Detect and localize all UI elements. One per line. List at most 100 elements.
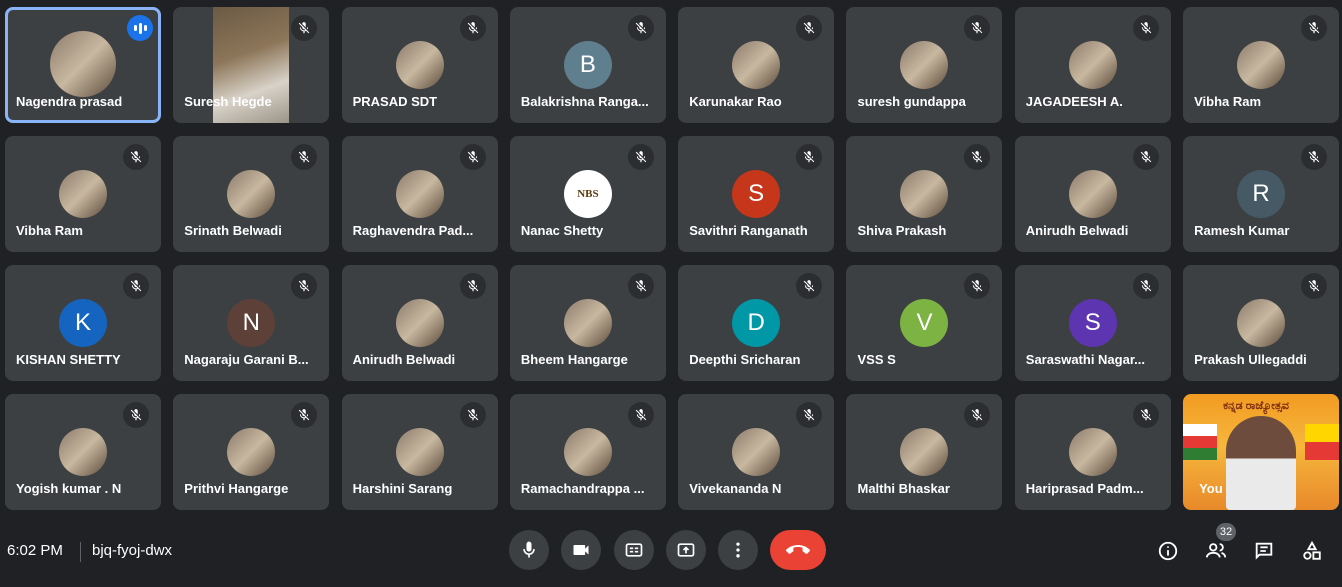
participant-count-badge: 32 [1216, 523, 1236, 541]
mic-off-icon [123, 144, 149, 170]
participant-name: Harshini Sarang [352, 481, 453, 496]
mic-off-icon [964, 273, 991, 299]
avatar-initial: D [732, 299, 781, 347]
participant-tile[interactable]: Suresh Hegde [173, 7, 330, 123]
more-vert-icon [736, 542, 740, 558]
meeting-details-button[interactable] [1155, 538, 1181, 564]
avatar-photo [1068, 170, 1117, 218]
participant-tile[interactable]: Yogish kumar . N [5, 394, 161, 510]
participant-tile[interactable]: PRASAD SDT [341, 7, 498, 123]
participant-name: Balakrishna Ranga... [520, 94, 649, 109]
activities-button[interactable] [1299, 538, 1325, 564]
participant-tile[interactable]: Hariprasad Padm... [1014, 394, 1171, 510]
participant-tile[interactable]: S Savithri Ranganath [678, 136, 835, 252]
mic-off-icon [627, 144, 654, 170]
avatar-photo [900, 428, 949, 476]
participant-name: Savithri Ranganath [689, 223, 808, 238]
participant-tile[interactable]: Vibha Ram [5, 136, 161, 252]
participant-tile[interactable]: suresh gundappa [846, 7, 1003, 123]
participant-tile[interactable]: Shiva Prakash [846, 136, 1003, 252]
mic-off-icon [627, 273, 654, 299]
avatar-photo [395, 170, 444, 218]
participant-name: Deepthi Sricharan [689, 352, 801, 367]
participant-tile[interactable]: Raghavendra Pad... [341, 136, 498, 252]
participant-tile[interactable]: Malthi Bhaskar [846, 394, 1003, 510]
participant-name: suresh gundappa [857, 94, 966, 109]
participant-name: Nagaraju Garani B... [184, 352, 309, 367]
participant-tile[interactable]: Karunakar Rao [678, 7, 835, 123]
participant-tile[interactable]: N Nagaraju Garani B... [173, 265, 330, 381]
participant-tile[interactable]: Bheem Hangarge [509, 265, 666, 381]
mic-off-icon [291, 144, 318, 170]
mic-off-icon [1132, 144, 1159, 170]
avatar-photo [227, 428, 276, 476]
camera-button[interactable] [561, 530, 601, 570]
participant-tile[interactable]: Prakash Ullegaddi [1183, 265, 1340, 381]
participant-tile[interactable]: Ramachandrappa ... [509, 394, 666, 510]
mic-button[interactable] [509, 530, 549, 570]
flag-image [1183, 424, 1218, 460]
mic-icon [523, 541, 535, 558]
avatar-initial: N [227, 299, 276, 347]
mic-off-icon [459, 144, 486, 170]
participant-grid: Nagendra prasad Suresh Hegde PRASAD SDT B Ba… [5, 7, 1340, 511]
people-button[interactable] [1203, 538, 1229, 564]
bottom-toolbar: 6:02 PM bjq-fyoj-dwx 32 [0, 520, 1342, 587]
meeting-code[interactable]: bjq-fyoj-dwx [92, 542, 172, 559]
participant-name: Prakash Ullegaddi [1194, 352, 1307, 367]
participant-tile[interactable]: Anirudh Belwadi [1014, 136, 1171, 252]
participant-tile[interactable]: NBS Nanac Shetty [509, 136, 666, 252]
participant-tile[interactable]: S Saraswathi Nagar... [1014, 265, 1171, 381]
mic-off-icon [796, 15, 823, 41]
avatar-photo [1068, 428, 1117, 476]
participant-tile[interactable]: Vibha Ram [1183, 7, 1340, 123]
participant-tile[interactable]: Anirudh Belwadi [341, 265, 498, 381]
camera-icon [573, 545, 589, 555]
participant-name: Shiva Prakash [857, 223, 947, 238]
participant-name: Malthi Bhaskar [857, 481, 950, 496]
participant-name: Vibha Ram [16, 223, 83, 238]
mic-off-icon [964, 15, 991, 41]
avatar-photo [395, 428, 444, 476]
participant-tile[interactable]: V VSS S [846, 265, 1003, 381]
avatar-photo [732, 428, 781, 476]
leave-call-button[interactable] [770, 530, 826, 570]
avatar-photo [900, 170, 949, 218]
participant-tile[interactable]: R Ramesh Kumar [1183, 136, 1340, 252]
participant-name: Srinath Belwadi [184, 223, 282, 238]
avatar-photo [1237, 299, 1286, 347]
flag-image [1305, 424, 1340, 460]
people-icon [1205, 543, 1227, 558]
mic-off-icon [796, 273, 823, 299]
more-options-button[interactable] [718, 530, 758, 570]
participant-tile[interactable]: JAGADEESH A. [1014, 7, 1171, 123]
participant-name: Bheem Hangarge [520, 352, 628, 367]
participant-tile[interactable]: D Deepthi Sricharan [678, 265, 835, 381]
mic-off-icon [123, 402, 149, 428]
chat-button[interactable] [1251, 538, 1277, 564]
participant-name: Suresh Hegde [184, 94, 272, 109]
avatar-initial: V [900, 299, 949, 347]
participant-name: Nanac Shetty [520, 223, 604, 238]
avatar-initial: S [732, 170, 781, 218]
self-video-person [1226, 416, 1297, 510]
participant-name: Ramesh Kumar [1194, 223, 1290, 238]
participant-tile[interactable]: Vivekananda N [678, 394, 835, 510]
participant-tile[interactable]: ಕನ್ನಡ ರಾಜ್ಯೋತ್ಸವ You [1183, 394, 1340, 510]
participant-tile[interactable]: Harshini Sarang [341, 394, 498, 510]
participant-tile[interactable]: Srinath Belwadi [173, 136, 330, 252]
avatar-photo [395, 299, 444, 347]
captions-button[interactable] [614, 530, 654, 570]
mic-off-icon [964, 144, 991, 170]
participant-tile[interactable]: Prithvi Hangarge [173, 394, 330, 510]
participant-tile[interactable]: K KISHAN SHETTY [5, 265, 161, 381]
avatar-photo [59, 428, 107, 476]
participant-tile[interactable]: Nagendra prasad [5, 7, 161, 123]
present-button[interactable] [666, 530, 706, 570]
mic-off-icon [627, 402, 654, 428]
participant-name: PRASAD SDT [352, 94, 438, 109]
self-label: You [1199, 481, 1223, 496]
participant-name: Hariprasad Padm... [1025, 481, 1144, 496]
participant-tile[interactable]: B Balakrishna Ranga... [509, 7, 666, 123]
avatar-photo [900, 41, 949, 89]
